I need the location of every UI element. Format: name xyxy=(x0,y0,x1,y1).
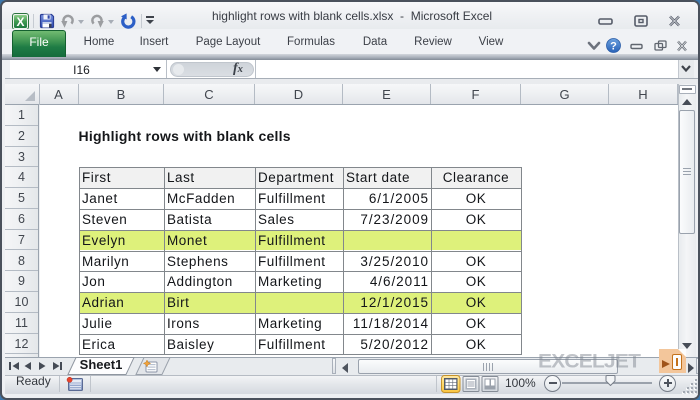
svg-text:?: ? xyxy=(610,41,617,53)
svg-text:X: X xyxy=(16,15,24,29)
